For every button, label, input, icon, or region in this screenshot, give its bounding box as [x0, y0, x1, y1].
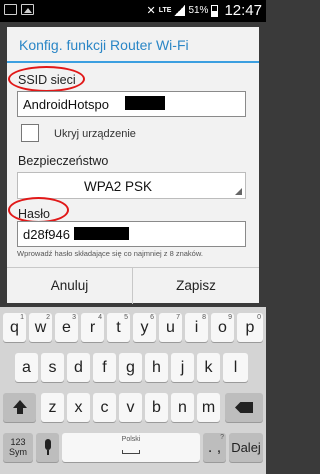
ssid-value: AndroidHotspo: [23, 97, 109, 112]
key-a[interactable]: a: [15, 353, 38, 382]
keyboard-language: Polski: [121, 436, 141, 443]
key-y[interactable]: 6y: [133, 313, 156, 342]
dialog-title: Konfig. funkcji Router Wi-Fi: [19, 37, 189, 53]
key-b[interactable]: b: [145, 393, 168, 422]
redaction-box: [74, 227, 129, 240]
ssid-input[interactable]: AndroidHotspo: [17, 91, 246, 117]
key-q[interactable]: 1q: [3, 313, 26, 342]
key-p[interactable]: 0p: [237, 313, 263, 342]
hide-device-label: Ukryj urządzenie: [54, 128, 136, 140]
security-value: WPA2 PSK: [83, 179, 153, 194]
key-w[interactable]: 2w: [29, 313, 52, 342]
key-o[interactable]: 9o: [211, 313, 234, 342]
key-n[interactable]: n: [171, 393, 194, 422]
security-label: Bezpieczeństwo: [18, 154, 109, 168]
next-key[interactable]: Dalej: [229, 433, 263, 462]
microphone-icon: [44, 439, 51, 450]
key-t[interactable]: 5t: [107, 313, 130, 342]
battery-icon: [211, 4, 219, 17]
dropdown-corner-icon: [235, 188, 242, 195]
key-l[interactable]: l: [223, 353, 248, 382]
backspace-icon: [235, 402, 253, 413]
onscreen-keyboard: 1q 2w 3e 4r 5t 6y 7u 8i 9o 0p a s d f g …: [0, 307, 266, 474]
voice-input-key[interactable]: [36, 433, 59, 462]
key-f[interactable]: f: [93, 353, 116, 382]
password-hint: Wprowadź hasło składające się co najmnie…: [17, 249, 203, 258]
password-highlight-ellipse: [8, 197, 69, 223]
battery-percent: 51%: [188, 5, 209, 16]
key-s[interactable]: s: [41, 353, 64, 382]
mute-icon: ✕: [146, 5, 156, 17]
shift-arrow-icon: [12, 400, 27, 408]
key-x[interactable]: x: [67, 393, 90, 422]
key-z[interactable]: z: [41, 393, 64, 422]
dialog-buttons: Anuluj Zapisz: [7, 267, 259, 304]
clock: 12:47: [224, 2, 262, 19]
password-input[interactable]: d28f946: [17, 221, 246, 247]
key-j[interactable]: j: [171, 353, 194, 382]
router-config-dialog: Konfig. funkcji Router Wi-Fi SSID sieci …: [7, 27, 259, 304]
key-r[interactable]: 4r: [81, 313, 104, 342]
key-i[interactable]: 8i: [185, 313, 208, 342]
key-d[interactable]: d: [67, 353, 90, 382]
image-icon: [21, 4, 34, 15]
key-u[interactable]: 7u: [159, 313, 182, 342]
space-icon: [122, 450, 140, 454]
signal-icon: [174, 5, 186, 16]
sym-key[interactable]: 123 Sym: [3, 433, 33, 462]
ssid-highlight-ellipse: [8, 66, 85, 92]
key-h[interactable]: h: [145, 353, 168, 382]
security-select[interactable]: WPA2 PSK: [17, 172, 246, 199]
key-g[interactable]: g: [119, 353, 142, 382]
key-c[interactable]: c: [93, 393, 116, 422]
screenshot-icon: [4, 4, 17, 15]
cancel-button[interactable]: Anuluj: [7, 268, 133, 304]
network-type: LTE: [158, 7, 172, 14]
hide-device-checkbox[interactable]: [21, 124, 39, 142]
key-m[interactable]: m: [197, 393, 220, 422]
space-key[interactable]: Polski: [62, 433, 200, 462]
title-divider: [7, 61, 259, 63]
key-v[interactable]: v: [119, 393, 142, 422]
key-e[interactable]: 3e: [55, 313, 78, 342]
shift-key[interactable]: [3, 393, 36, 422]
key-k[interactable]: k: [197, 353, 220, 382]
punctuation-key[interactable]: ? . ,: [203, 433, 226, 462]
status-bar: ✕ LTE 51% 12:47: [0, 0, 266, 22]
password-value: d28f946: [23, 227, 70, 242]
backspace-key[interactable]: [225, 393, 263, 422]
save-button[interactable]: Zapisz: [133, 268, 259, 304]
redaction-box: [125, 96, 165, 110]
